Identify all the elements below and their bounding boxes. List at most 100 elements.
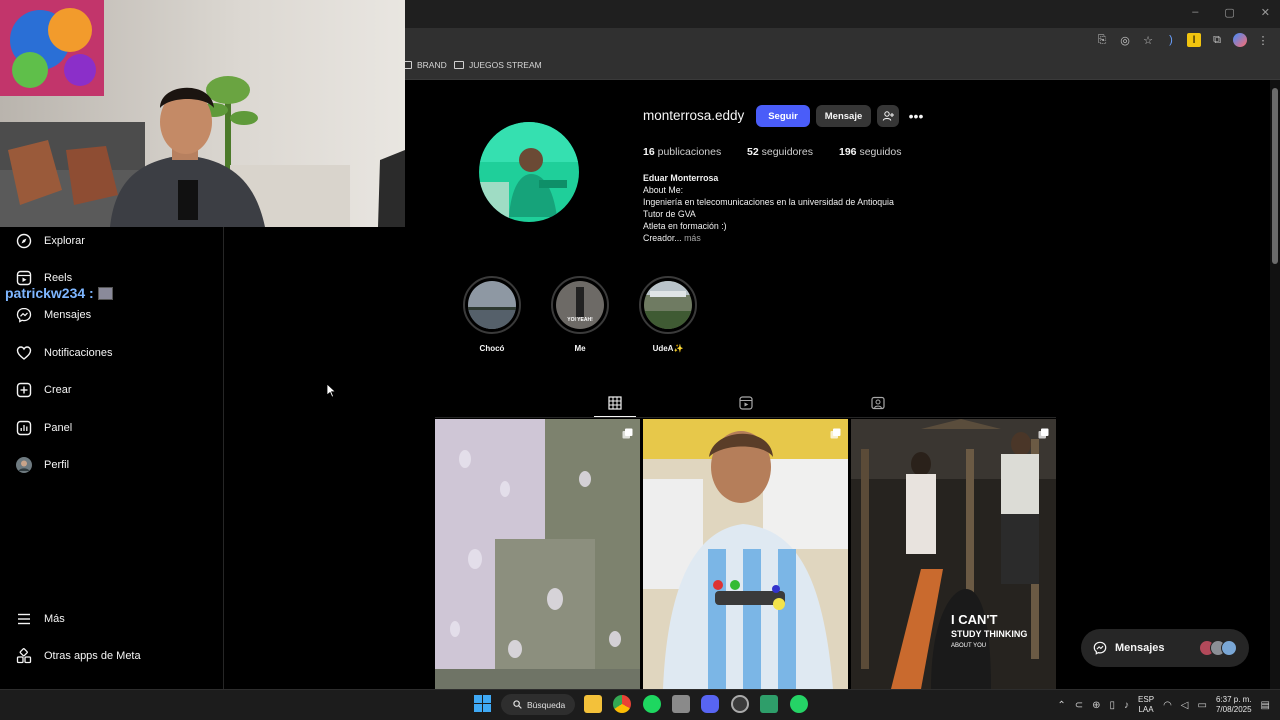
webcam-overlay: [0, 0, 405, 227]
following-count[interactable]: 196 seguidos: [839, 146, 901, 158]
system-tray: ⌃ ⊂ ⊕ ▯ ♪ ESP LAA ◠ ◁ ▭ 6:37 p. m. 7/08/…: [1057, 690, 1280, 720]
wifi-icon[interactable]: ◠: [1163, 700, 1172, 711]
profile-avatar-icon[interactable]: [1233, 33, 1247, 47]
mouse-cursor-icon: [326, 383, 337, 398]
spotify-icon[interactable]: [643, 695, 661, 713]
sidebar-item-label: Otras apps de Meta: [44, 650, 141, 662]
floating-messages-button[interactable]: Mensajes: [1081, 629, 1249, 667]
messenger-icon: [16, 307, 32, 323]
webcam-feed-image: [0, 0, 405, 227]
close-button[interactable]: ✕: [1261, 6, 1270, 19]
compass-icon: [16, 233, 32, 249]
post-image: [643, 419, 848, 689]
cast-icon[interactable]: ⎘: [1095, 33, 1109, 47]
post-image: [435, 419, 640, 689]
highlight-cover: YOI YEAH!: [556, 281, 604, 329]
bookmark-juegos-stream[interactable]: JUEGOS STREAM: [454, 60, 542, 70]
follow-button[interactable]: Seguir: [756, 105, 810, 127]
folder-icon: [454, 61, 464, 69]
discord-icon[interactable]: [701, 695, 719, 713]
highlight-cover: [468, 281, 516, 329]
clock[interactable]: 6:37 p. m. 7/08/2025: [1216, 695, 1252, 715]
language-indicator[interactable]: ESP LAA: [1138, 695, 1154, 715]
avatar: [16, 457, 32, 473]
usb-icon[interactable]: ▯: [1110, 700, 1116, 711]
bio-line: About Me:: [643, 185, 684, 195]
more-options-icon[interactable]: •••: [906, 106, 926, 126]
search-label: Búsqueda: [527, 699, 566, 710]
message-button[interactable]: Mensaje: [816, 105, 871, 127]
file-explorer-icon[interactable]: [584, 695, 602, 713]
notepad-icon[interactable]: [760, 695, 778, 713]
posts-count: 16 publicaciones: [643, 146, 722, 158]
sidebar-item-otras-apps[interactable]: Otras apps de Meta: [16, 648, 141, 664]
chrome-icon[interactable]: [613, 695, 631, 713]
notifications-icon[interactable]: ▤: [1261, 700, 1270, 711]
sidebar-item-explorar[interactable]: Explorar: [16, 233, 85, 249]
maximize-button[interactable]: ▢: [1224, 6, 1234, 19]
sidebar-item-perfil[interactable]: Perfil: [16, 457, 69, 473]
eye-off-icon[interactable]: ◎: [1118, 33, 1132, 47]
post-tile[interactable]: [435, 419, 640, 689]
chat-username: patrickw234 :: [5, 285, 94, 301]
chevron-up-icon[interactable]: ⌃: [1057, 700, 1065, 711]
highlight-me[interactable]: YOI YEAH! Me: [551, 276, 609, 353]
whatsapp-icon[interactable]: [790, 695, 808, 713]
tab-posts[interactable]: [607, 395, 623, 411]
messenger-icon: [1093, 641, 1107, 655]
post-tile[interactable]: I CAN'T STUDY THINKING ABOUT YOU: [851, 419, 1056, 689]
sidebar-item-mas[interactable]: Más: [16, 611, 65, 627]
microphone-icon[interactable]: ♪: [1124, 700, 1129, 711]
taskbar-search[interactable]: Búsqueda: [501, 694, 575, 715]
bookmark-brand[interactable]: BRAND: [402, 60, 447, 70]
svg-text:ABOUT YOU: ABOUT YOU: [951, 643, 986, 649]
profile-username: monterrosa.eddy: [643, 108, 745, 123]
profile-avatar[interactable]: [479, 122, 579, 222]
post-image: I CAN'T STUDY THINKING ABOUT YOU: [851, 419, 1056, 689]
menu-icon: [16, 611, 32, 627]
sidebar-item-label: Notificaciones: [44, 347, 113, 359]
sidebar-item-label: Crear: [44, 384, 72, 396]
kebab-menu-icon[interactable]: ⋮: [1256, 33, 1270, 47]
volume-icon[interactable]: ◁: [1181, 700, 1189, 711]
minimize-button[interactable]: –: [1192, 6, 1198, 19]
extension-blue-icon[interactable]: ): [1164, 33, 1178, 47]
sidebar-item-crear[interactable]: Crear: [16, 382, 72, 398]
highlight-label: UdeA✨: [652, 344, 684, 353]
grid-icon: [608, 396, 622, 410]
battery-icon[interactable]: ▭: [1198, 700, 1207, 711]
suggested-users-button[interactable]: [877, 105, 899, 127]
link-icon[interactable]: ⊂: [1075, 700, 1083, 711]
app-icon[interactable]: [672, 695, 690, 713]
scrollbar-thumb[interactable]: [1272, 88, 1278, 264]
window-controls: – ▢ ✕: [1192, 6, 1270, 19]
windows-start-icon[interactable]: [474, 695, 491, 712]
app-tray-icon[interactable]: ⊕: [1092, 700, 1100, 711]
highlight-choco[interactable]: Chocó: [463, 276, 521, 353]
bookmark-label: JUEGOS STREAM: [469, 60, 542, 70]
sidebar-item-label: Explorar: [44, 235, 85, 247]
star-icon[interactable]: ☆: [1141, 33, 1155, 47]
highlight-udea[interactable]: UdeA✨: [639, 276, 697, 353]
sidebar-item-label: Mensajes: [44, 309, 92, 321]
puzzle-icon[interactable]: ⧉: [1210, 33, 1224, 47]
reels-icon: [16, 270, 32, 286]
sidebar-item-notificaciones[interactable]: Notificaciones: [16, 345, 112, 361]
obs-icon[interactable]: [731, 695, 749, 713]
extension-yellow-icon[interactable]: I: [1187, 33, 1201, 47]
sidebar-item-panel[interactable]: Panel: [16, 420, 72, 436]
sidebar-item-label: Perfil: [44, 459, 70, 471]
post-tile[interactable]: [643, 419, 848, 689]
chat-emote-icon: [97, 286, 113, 300]
sidebar-item-reels[interactable]: Reels: [16, 270, 72, 286]
stream-chat-overlay: patrickw234 :: [5, 285, 113, 301]
sidebar-item-mensajes[interactable]: Mensajes: [16, 307, 91, 323]
bio-more-link[interactable]: más: [684, 233, 701, 243]
tab-reels[interactable]: [738, 395, 754, 411]
browser-toolbar: ⎘ ◎ ☆ ) I ⧉ ⋮: [1095, 33, 1270, 47]
add-person-icon: [882, 111, 894, 121]
carousel-icon: [1038, 426, 1049, 439]
profile-photo: [479, 122, 579, 222]
tab-tagged[interactable]: [870, 395, 886, 411]
followers-count[interactable]: 52 seguidores: [747, 146, 813, 158]
